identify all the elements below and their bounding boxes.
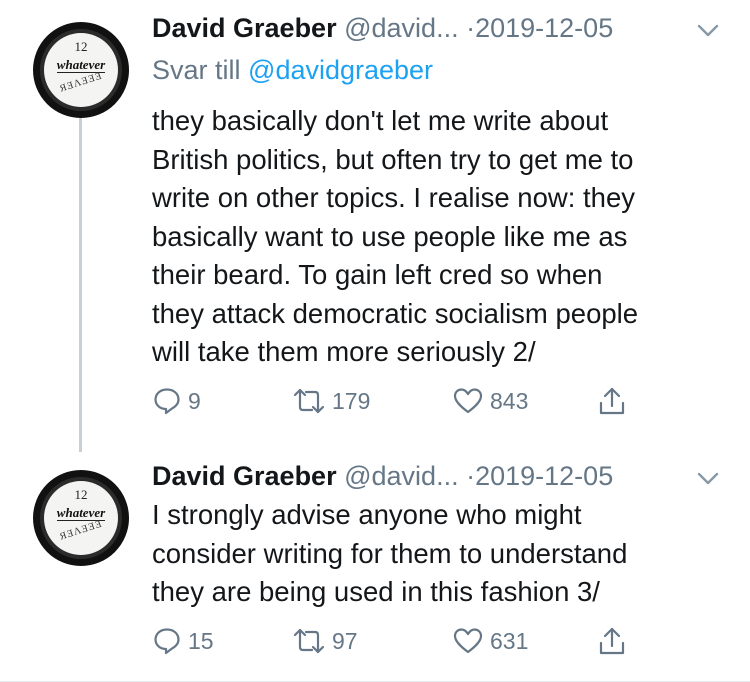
- tweet-text-line: British politics, but often try to get m…: [152, 143, 634, 175]
- reply-context: Svar till @davidgraeber: [152, 54, 433, 86]
- avatar-clock-scribble: ЯƎΛƎƎƎ: [58, 70, 104, 95]
- reply-button[interactable]: 15: [152, 624, 214, 658]
- reply-to-label: Svar till: [152, 55, 241, 85]
- avatar-clock-scribble: ЯƎΛƎƎƎ: [58, 518, 104, 543]
- author-name[interactable]: David Graeber: [152, 13, 337, 43]
- chevron-down-icon[interactable]: [697, 24, 719, 38]
- avatar-image: 12 whatever ЯƎΛƎƎƎ: [44, 481, 118, 555]
- reply-count: 9: [188, 387, 201, 414]
- tweet-text: they basically don't let me write about …: [152, 102, 638, 372]
- tweet-header: David Graeber @david... ·2019-12-05: [152, 460, 613, 492]
- avatar-image: 12 whatever ЯƎΛƎƎƎ: [44, 33, 118, 107]
- tweet-text-line: their beard. To gain left cred so when: [152, 259, 603, 290]
- tweet-actions: 9 179 843: [152, 384, 672, 418]
- share-button[interactable]: [597, 384, 627, 418]
- separator-dot: ·: [466, 13, 476, 43]
- tweet-text-line: write on other topics. I realise now: th…: [152, 182, 636, 213]
- share-icon: [599, 627, 625, 655]
- reply-mention-link[interactable]: @davidgraeber: [248, 55, 433, 85]
- like-button[interactable]: 843: [452, 384, 528, 418]
- share-button[interactable]: [597, 624, 627, 658]
- like-count: 843: [490, 387, 529, 414]
- retweet-button[interactable]: 97: [292, 624, 358, 658]
- retweet-count: 97: [332, 627, 358, 654]
- heart-icon: [453, 388, 483, 414]
- tweet-text-line: I strongly advise anyone who might: [152, 499, 582, 530]
- tweet-text-line: they are being used in this fashion 3/: [152, 576, 600, 607]
- avatar[interactable]: 12 whatever ЯƎΛƎƎƎ: [33, 22, 129, 118]
- tweet-text-line: will take them more seriously 2/: [152, 336, 536, 367]
- avatar-clock-number: 12: [74, 39, 88, 54]
- tweet[interactable]: 12 whatever ЯƎΛƎƎƎ David Graeber @david.…: [0, 452, 750, 682]
- tweet[interactable]: 12 whatever ЯƎΛƎƎƎ David Graeber @david.…: [0, 0, 750, 452]
- tweet-header: David Graeber @david... ·2019-12-05: [152, 12, 613, 44]
- like-button[interactable]: 631: [452, 624, 528, 658]
- tweet-text-line: they attack democratic socialism people: [152, 297, 639, 329]
- tweet-text-line: basically want to use people like me as: [152, 220, 628, 252]
- tweet-text-line: they basically don't let me write about: [152, 105, 609, 136]
- reply-button[interactable]: 9: [152, 384, 201, 418]
- retweet-count: 179: [332, 387, 371, 414]
- separator-dot: ·: [466, 461, 476, 491]
- avatar[interactable]: 12 whatever ЯƎΛƎƎƎ: [33, 470, 129, 566]
- author-name[interactable]: David Graeber: [152, 461, 337, 491]
- heart-icon: [453, 628, 483, 654]
- tweet-actions: 15 97 631: [152, 624, 672, 658]
- share-icon: [599, 387, 625, 415]
- reply-count: 15: [188, 627, 214, 654]
- author-handle[interactable]: @david...: [344, 13, 458, 43]
- retweet-button[interactable]: 179: [292, 384, 370, 418]
- author-handle[interactable]: @david...: [344, 461, 458, 491]
- tweet-text-line: consider writing for them to understand: [152, 537, 628, 569]
- like-count: 631: [490, 627, 529, 654]
- retweet-icon: [293, 388, 325, 414]
- chevron-down-icon[interactable]: [697, 472, 719, 486]
- tweet-date[interactable]: 2019-12-05: [475, 461, 613, 491]
- reply-icon: [154, 388, 180, 415]
- tweet-date[interactable]: 2019-12-05: [475, 13, 613, 43]
- retweet-icon: [293, 628, 325, 654]
- avatar-clock-number: 12: [74, 487, 88, 502]
- thread-line: [79, 118, 82, 452]
- reply-icon: [154, 628, 180, 655]
- tweet-text: I strongly advise anyone who might consi…: [152, 496, 627, 612]
